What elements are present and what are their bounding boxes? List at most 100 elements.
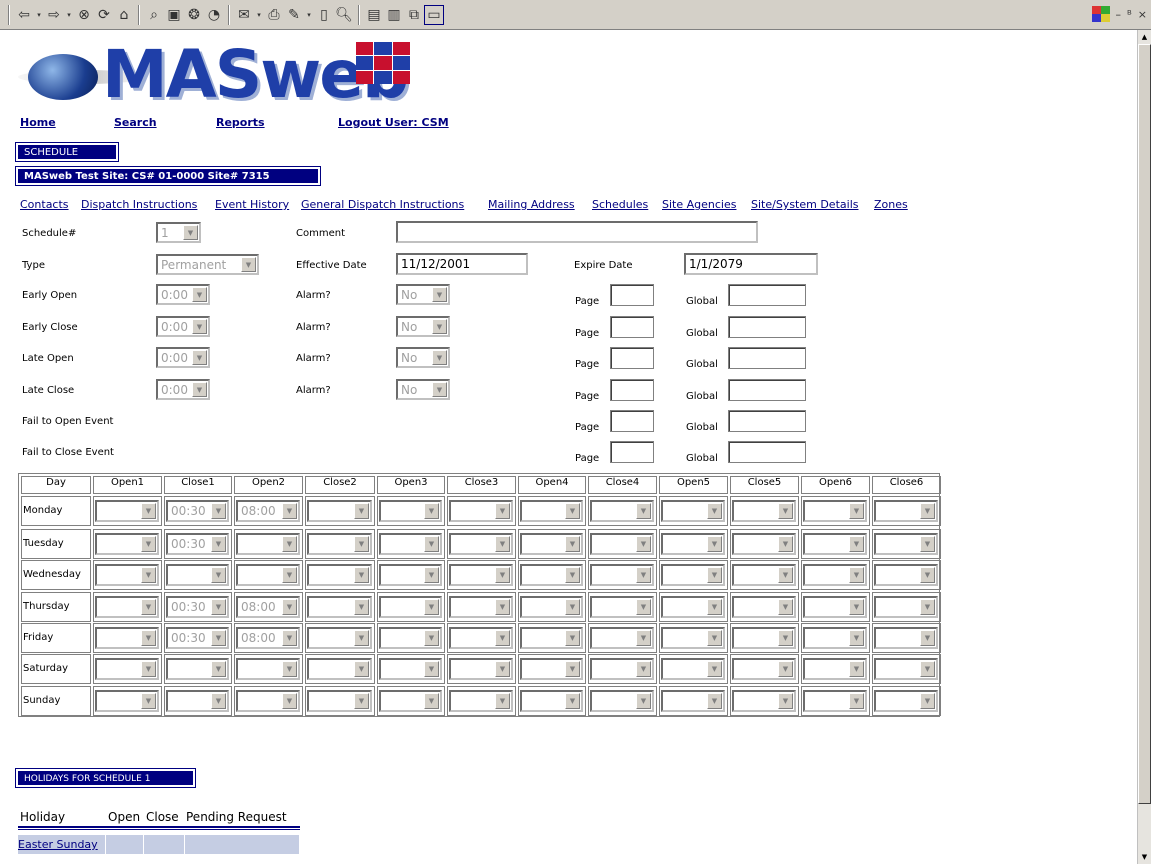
holiday-link[interactable]: Easter Sunday <box>18 835 105 851</box>
open1-select[interactable]: ▼ <box>95 627 159 649</box>
open6-select[interactable]: ▼ <box>803 627 867 649</box>
window-icon[interactable]: ▭ <box>424 4 444 25</box>
open1-select[interactable]: ▼ <box>95 533 159 555</box>
close3-select[interactable]: ▼ <box>449 627 513 649</box>
mail-icon[interactable]: ✉ <box>234 5 254 25</box>
scroll-thumb[interactable] <box>1138 44 1151 804</box>
stop-icon[interactable]: ⊗ <box>74 5 94 25</box>
type-select[interactable]: Permanent ▼ <box>156 254 259 275</box>
open3-select[interactable]: ▼ <box>379 533 442 555</box>
scroll-up-icon[interactable]: ▲ <box>1138 30 1151 44</box>
nav-search-link[interactable]: Search <box>114 116 216 129</box>
open1-select[interactable]: ▼ <box>95 690 159 712</box>
close1-select[interactable]: 00:30 ▼ <box>166 627 229 649</box>
early-open-time-select[interactable]: 0:00 ▼ <box>156 284 210 305</box>
schedules-link[interactable]: Schedules <box>592 198 648 211</box>
open5-select[interactable]: ▼ <box>661 500 725 522</box>
close5-select[interactable]: ▼ <box>732 596 796 618</box>
close2-select[interactable]: ▼ <box>307 500 372 522</box>
edit-icon[interactable]: ✎ <box>284 5 304 25</box>
late-open-page-field[interactable] <box>610 347 654 369</box>
open5-select[interactable]: ▼ <box>661 596 725 618</box>
close-button[interactable]: × <box>1138 8 1147 21</box>
comment-field[interactable] <box>396 221 758 243</box>
open5-select[interactable]: ▼ <box>661 627 725 649</box>
early-close-time-select[interactable]: 0:00 ▼ <box>156 316 210 337</box>
nav-reports-link[interactable]: Reports <box>216 116 338 129</box>
back-icon[interactable]: ⇦ <box>14 5 34 25</box>
close6-select[interactable]: ▼ <box>874 690 938 712</box>
close3-select[interactable]: ▼ <box>449 500 513 522</box>
close6-select[interactable]: ▼ <box>874 596 938 618</box>
vertical-scrollbar[interactable]: ▲ ▼ <box>1137 30 1151 864</box>
close1-select[interactable]: ▼ <box>166 690 229 712</box>
early-open-page-field[interactable] <box>610 284 654 306</box>
open1-select[interactable]: ▼ <box>95 564 159 586</box>
close2-select[interactable]: ▼ <box>307 690 372 712</box>
scroll-down-icon[interactable]: ▼ <box>1138 850 1151 864</box>
open3-select[interactable]: ▼ <box>379 564 442 586</box>
print-icon[interactable]: ⎙ <box>264 5 284 25</box>
close5-select[interactable]: ▼ <box>732 533 796 555</box>
history-icon[interactable]: ◔ <box>204 5 224 25</box>
close4-select[interactable]: ▼ <box>590 564 654 586</box>
fail-to-close-global-field[interactable] <box>728 441 806 463</box>
open5-select[interactable]: ▼ <box>661 658 725 680</box>
close2-select[interactable]: ▼ <box>307 533 372 555</box>
open6-select[interactable]: ▼ <box>803 690 867 712</box>
expire-date-field[interactable]: 1/1/2079 <box>684 253 818 275</box>
early-open-alarm-select[interactable]: No ▼ <box>396 284 450 305</box>
back-dropdown-icon[interactable]: ▾ <box>34 5 44 25</box>
open1-select[interactable]: ▼ <box>95 500 159 522</box>
early-close-global-field[interactable] <box>728 316 806 338</box>
home-icon[interactable]: ⌂ <box>114 5 134 25</box>
minimize-button[interactable]: – <box>1116 8 1122 21</box>
folder2-icon[interactable]: ▥ <box>384 5 404 25</box>
open5-select[interactable]: ▼ <box>661 690 725 712</box>
late-open-global-field[interactable] <box>728 347 806 369</box>
mail-dropdown-icon[interactable]: ▾ <box>254 5 264 25</box>
open2-select[interactable]: ▼ <box>236 690 300 712</box>
open3-select[interactable]: ▼ <box>379 500 442 522</box>
close2-select[interactable]: ▼ <box>307 596 372 618</box>
close5-select[interactable]: ▼ <box>732 627 796 649</box>
schedule-number-select[interactable]: 1 ▼ <box>156 222 201 243</box>
close5-select[interactable]: ▼ <box>732 658 796 680</box>
open6-select[interactable]: ▼ <box>803 658 867 680</box>
open3-select[interactable]: ▼ <box>379 627 442 649</box>
close5-select[interactable]: ▼ <box>732 500 796 522</box>
close6-select[interactable]: ▼ <box>874 658 938 680</box>
open6-select[interactable]: ▼ <box>803 596 867 618</box>
early-close-page-field[interactable] <box>610 316 654 338</box>
open4-select[interactable]: ▼ <box>520 596 583 618</box>
open2-select[interactable]: 08:00 ▼ <box>236 627 300 649</box>
open6-select[interactable]: ▼ <box>803 564 867 586</box>
early-open-global-field[interactable] <box>728 284 806 306</box>
close3-select[interactable]: ▼ <box>449 596 513 618</box>
restore-button[interactable]: ᴮ <box>1127 8 1132 21</box>
zones-link[interactable]: Zones <box>874 198 908 211</box>
folder-icon[interactable]: ▤ <box>364 5 384 25</box>
close4-select[interactable]: ▼ <box>590 627 654 649</box>
general-dispatch-link[interactable]: General Dispatch Instructions <box>301 198 464 211</box>
close3-select[interactable]: ▼ <box>449 564 513 586</box>
close1-select[interactable]: ▼ <box>166 564 229 586</box>
close5-select[interactable]: ▼ <box>732 690 796 712</box>
open4-select[interactable]: ▼ <box>520 533 583 555</box>
open2-select[interactable]: 08:00 ▼ <box>236 500 300 522</box>
open5-select[interactable]: ▼ <box>661 564 725 586</box>
close6-select[interactable]: ▼ <box>874 564 938 586</box>
open2-select[interactable]: 08:00 ▼ <box>236 596 300 618</box>
late-close-page-field[interactable] <box>610 379 654 401</box>
late-close-alarm-select[interactable]: No ▼ <box>396 379 450 400</box>
late-close-global-field[interactable] <box>728 379 806 401</box>
close1-select[interactable]: 00:30 ▼ <box>166 500 229 522</box>
open4-select[interactable]: ▼ <box>520 564 583 586</box>
fail-to-close-page-field[interactable] <box>610 441 654 463</box>
close1-select[interactable]: 00:30 ▼ <box>166 596 229 618</box>
search-icon[interactable]: ⌕ <box>144 5 164 25</box>
site-agencies-link[interactable]: Site Agencies <box>662 198 736 211</box>
close4-select[interactable]: ▼ <box>590 500 654 522</box>
close2-select[interactable]: ▼ <box>307 627 372 649</box>
mailing-address-link[interactable]: Mailing Address <box>488 198 575 211</box>
